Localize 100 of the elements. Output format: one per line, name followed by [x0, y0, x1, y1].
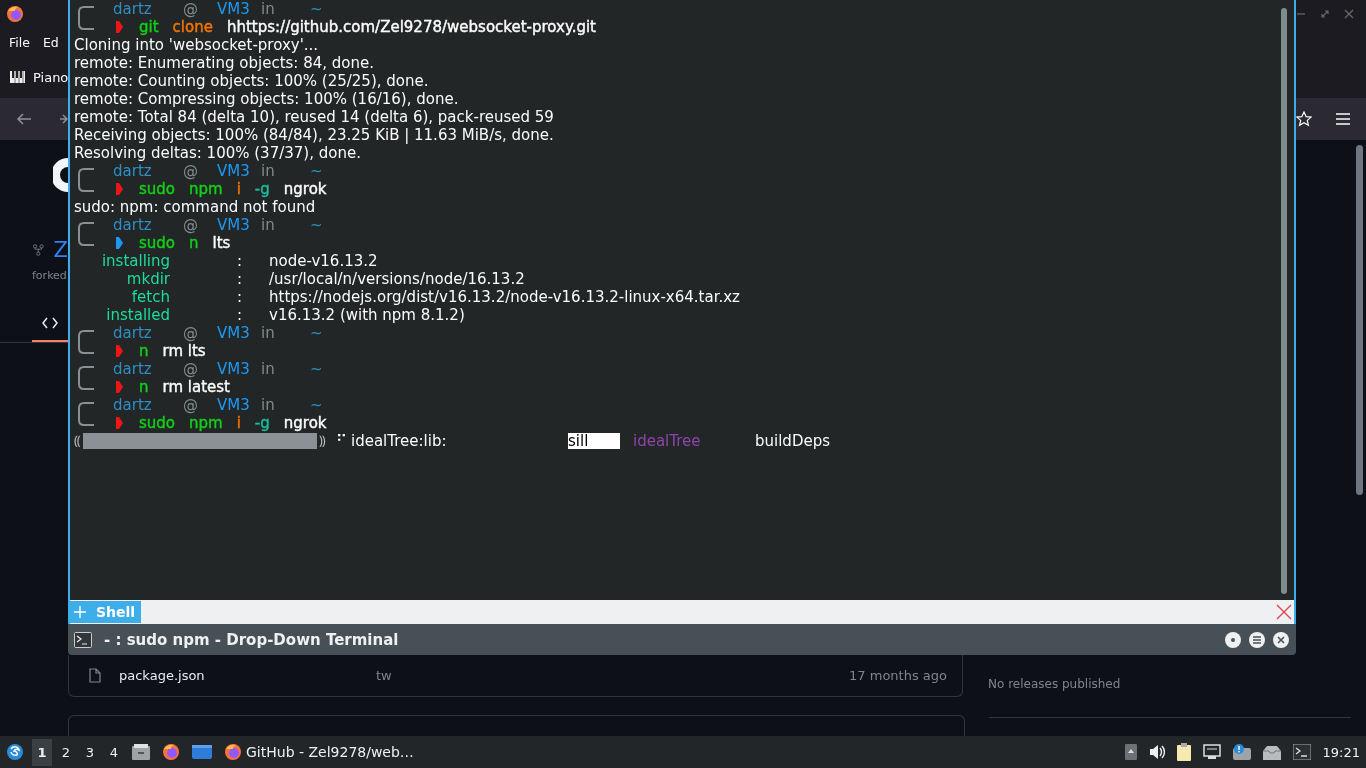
menu-item[interactable]: File: [9, 34, 30, 50]
output-line: Resolving deltas: 100% (37/37), done.: [74, 144, 362, 162]
terminal-icon[interactable]: [1292, 744, 1311, 760]
at-sign: @: [183, 360, 199, 378]
field-label: installed: [105, 306, 170, 324]
log-section: idealTree: [633, 432, 755, 450]
prompt-bracket-icon: [78, 222, 96, 246]
repo-name[interactable]: Z: [53, 239, 68, 261]
field-value: /usr/local/n/versions/node/16.13.2: [269, 270, 525, 288]
bracket: ⸨: [74, 432, 81, 450]
spinner: ⠋: [336, 432, 347, 450]
firefox-icon[interactable]: [162, 743, 180, 761]
user-name: dartz: [113, 396, 153, 414]
at-sign: @: [183, 396, 199, 414]
field-label: mkdir: [125, 270, 170, 288]
stage-text: idealTree:lib:: [351, 432, 448, 450]
command-token: hhttps://github.com/Zel9278/websocket-proxy.git: [226, 18, 596, 36]
host-name: VM3: [217, 324, 251, 342]
prompt-bracket-icon: [78, 330, 96, 354]
directory: ~: [310, 396, 323, 414]
directory: ~: [310, 162, 323, 180]
host-name: VM3: [217, 360, 251, 378]
clipboard-icon[interactable]: [1176, 743, 1191, 761]
command-token: n: [139, 378, 149, 396]
output-line: remote: Counting objects: 100% (25/25), done.: [74, 72, 430, 90]
at-sign: @: [183, 216, 199, 234]
in-word: in: [261, 360, 276, 378]
field-label: fetch: [130, 288, 170, 306]
file-name-link[interactable]: package.json: [119, 667, 376, 683]
command-token: sudo: [139, 414, 176, 432]
plus-icon: [74, 606, 86, 618]
scrollbar[interactable]: [1281, 8, 1287, 594]
desktop-button[interactable]: 2: [60, 738, 72, 766]
commit-message[interactable]: tw: [376, 667, 850, 683]
package-icon[interactable]: [1262, 744, 1281, 760]
prompt-bracket-icon: [78, 366, 96, 390]
output-line: Cloning into 'websocket-proxy'...: [74, 36, 320, 54]
menu-icon[interactable]: [1248, 630, 1266, 649]
forward-icon[interactable]: [60, 112, 68, 126]
colon: :: [237, 306, 241, 324]
field-value: v16.13.2 (with npm 8.1.2): [269, 306, 465, 324]
menu-icon[interactable]: [1336, 113, 1350, 125]
file-icon: [89, 667, 101, 683]
github-logo-icon[interactable]: [53, 158, 68, 192]
host-name: VM3: [217, 0, 251, 18]
desktop-button[interactable]: 1: [32, 738, 52, 766]
back-icon[interactable]: [16, 112, 32, 126]
directory: ~: [310, 360, 323, 378]
network-icon[interactable]: [1202, 744, 1221, 760]
piano-icon: [10, 71, 25, 83]
close-icon[interactable]: [1272, 630, 1290, 649]
command-token: -g: [254, 180, 270, 198]
command-token: clone: [172, 18, 213, 36]
volume-icon[interactable]: [1148, 744, 1165, 760]
desktop-button[interactable]: 3: [84, 738, 96, 766]
directory: ~: [310, 324, 323, 342]
firefox-icon: [224, 743, 242, 761]
start-menu-icon[interactable]: [6, 743, 24, 761]
user-name: dartz: [113, 162, 153, 180]
pin-icon[interactable]: [1224, 630, 1242, 649]
menu-item[interactable]: Ed: [42, 34, 59, 50]
at-sign: @: [183, 324, 199, 342]
close-icon[interactable]: [1344, 9, 1354, 19]
in-word: in: [261, 396, 276, 414]
command-token: sudo: [139, 180, 176, 198]
maximize-icon[interactable]: [1320, 9, 1330, 19]
scrollbar[interactable]: [1356, 145, 1363, 495]
bookmark-label[interactable]: Piano: [33, 69, 69, 85]
prompt-bracket-icon: [78, 402, 96, 426]
terminal-area[interactable]: [68, 0, 1296, 600]
close-icon[interactable]: [1276, 604, 1292, 620]
command-token: git: [139, 18, 159, 36]
desktop-button[interactable]: 4: [108, 738, 120, 766]
user-name: dartz: [113, 0, 153, 18]
clock[interactable]: 19:21: [1322, 744, 1360, 760]
star-icon[interactable]: [1296, 111, 1312, 127]
at-sign: @: [183, 162, 199, 180]
field-value: https://nodejs.org/dist/v16.13.2/node-v16.13.2-linux-x64.tar.xz: [269, 288, 740, 306]
tray-expand-icon[interactable]: [1124, 744, 1137, 760]
output-line: Receiving objects: 100% (84/84), 23.25 KiB | 11.63 MiB/s, done.: [74, 126, 555, 144]
notification-icon[interactable]: [1232, 744, 1251, 760]
command-token: ngrok: [283, 414, 327, 432]
bracket: ⸩: [319, 432, 326, 450]
command-token: i: [236, 414, 241, 432]
user-name: dartz: [113, 324, 153, 342]
directory: ~: [310, 0, 323, 18]
log-message: buildDeps: [755, 432, 830, 450]
command-token: n: [189, 234, 199, 252]
window-icon[interactable]: [192, 744, 212, 760]
code-icon: [42, 317, 58, 329]
user-name: dartz: [113, 216, 153, 234]
folder-icon[interactable]: [132, 744, 150, 760]
user-name: dartz: [113, 360, 153, 378]
taskbar-task[interactable]: GitHub - Zel9278/web…: [224, 743, 414, 761]
command-token: rm lts: [162, 342, 206, 360]
prompt-bracket-icon: [78, 168, 96, 192]
command-token: n: [139, 342, 149, 360]
at-sign: @: [183, 0, 199, 18]
releases-text: No releases published: [988, 677, 1121, 691]
output-line: remote: Enumerating objects: 84, done.: [74, 54, 375, 72]
